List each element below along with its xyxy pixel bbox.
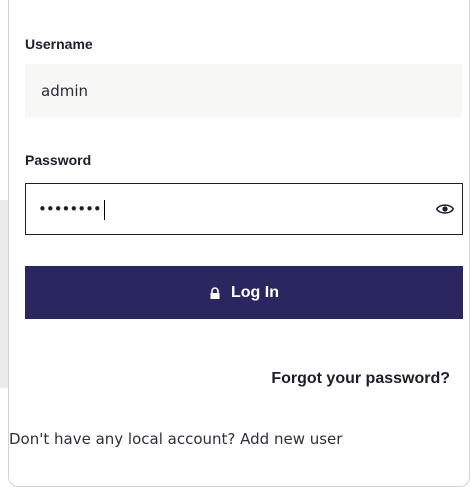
signup-row: Don't have any local account? Add new us… (9, 430, 342, 448)
login-button[interactable]: Log In (25, 266, 463, 319)
username-label: Username (25, 36, 93, 52)
add-new-user-link[interactable]: Add new user (240, 430, 342, 448)
forgot-password-link[interactable]: Forgot your password? (271, 370, 450, 388)
signup-text: Don't have any local account? (9, 430, 236, 448)
username-field[interactable]: admin (25, 64, 462, 118)
password-value: •••••••• (38, 184, 105, 234)
login-label: Log In (231, 283, 279, 301)
password-field[interactable]: •••••••• (25, 183, 463, 235)
eye-icon[interactable] (436, 200, 454, 218)
login-card: Username admin Password •••••••• Log In … (8, 0, 470, 487)
lock-icon (210, 286, 220, 299)
password-label: Password (25, 152, 92, 168)
